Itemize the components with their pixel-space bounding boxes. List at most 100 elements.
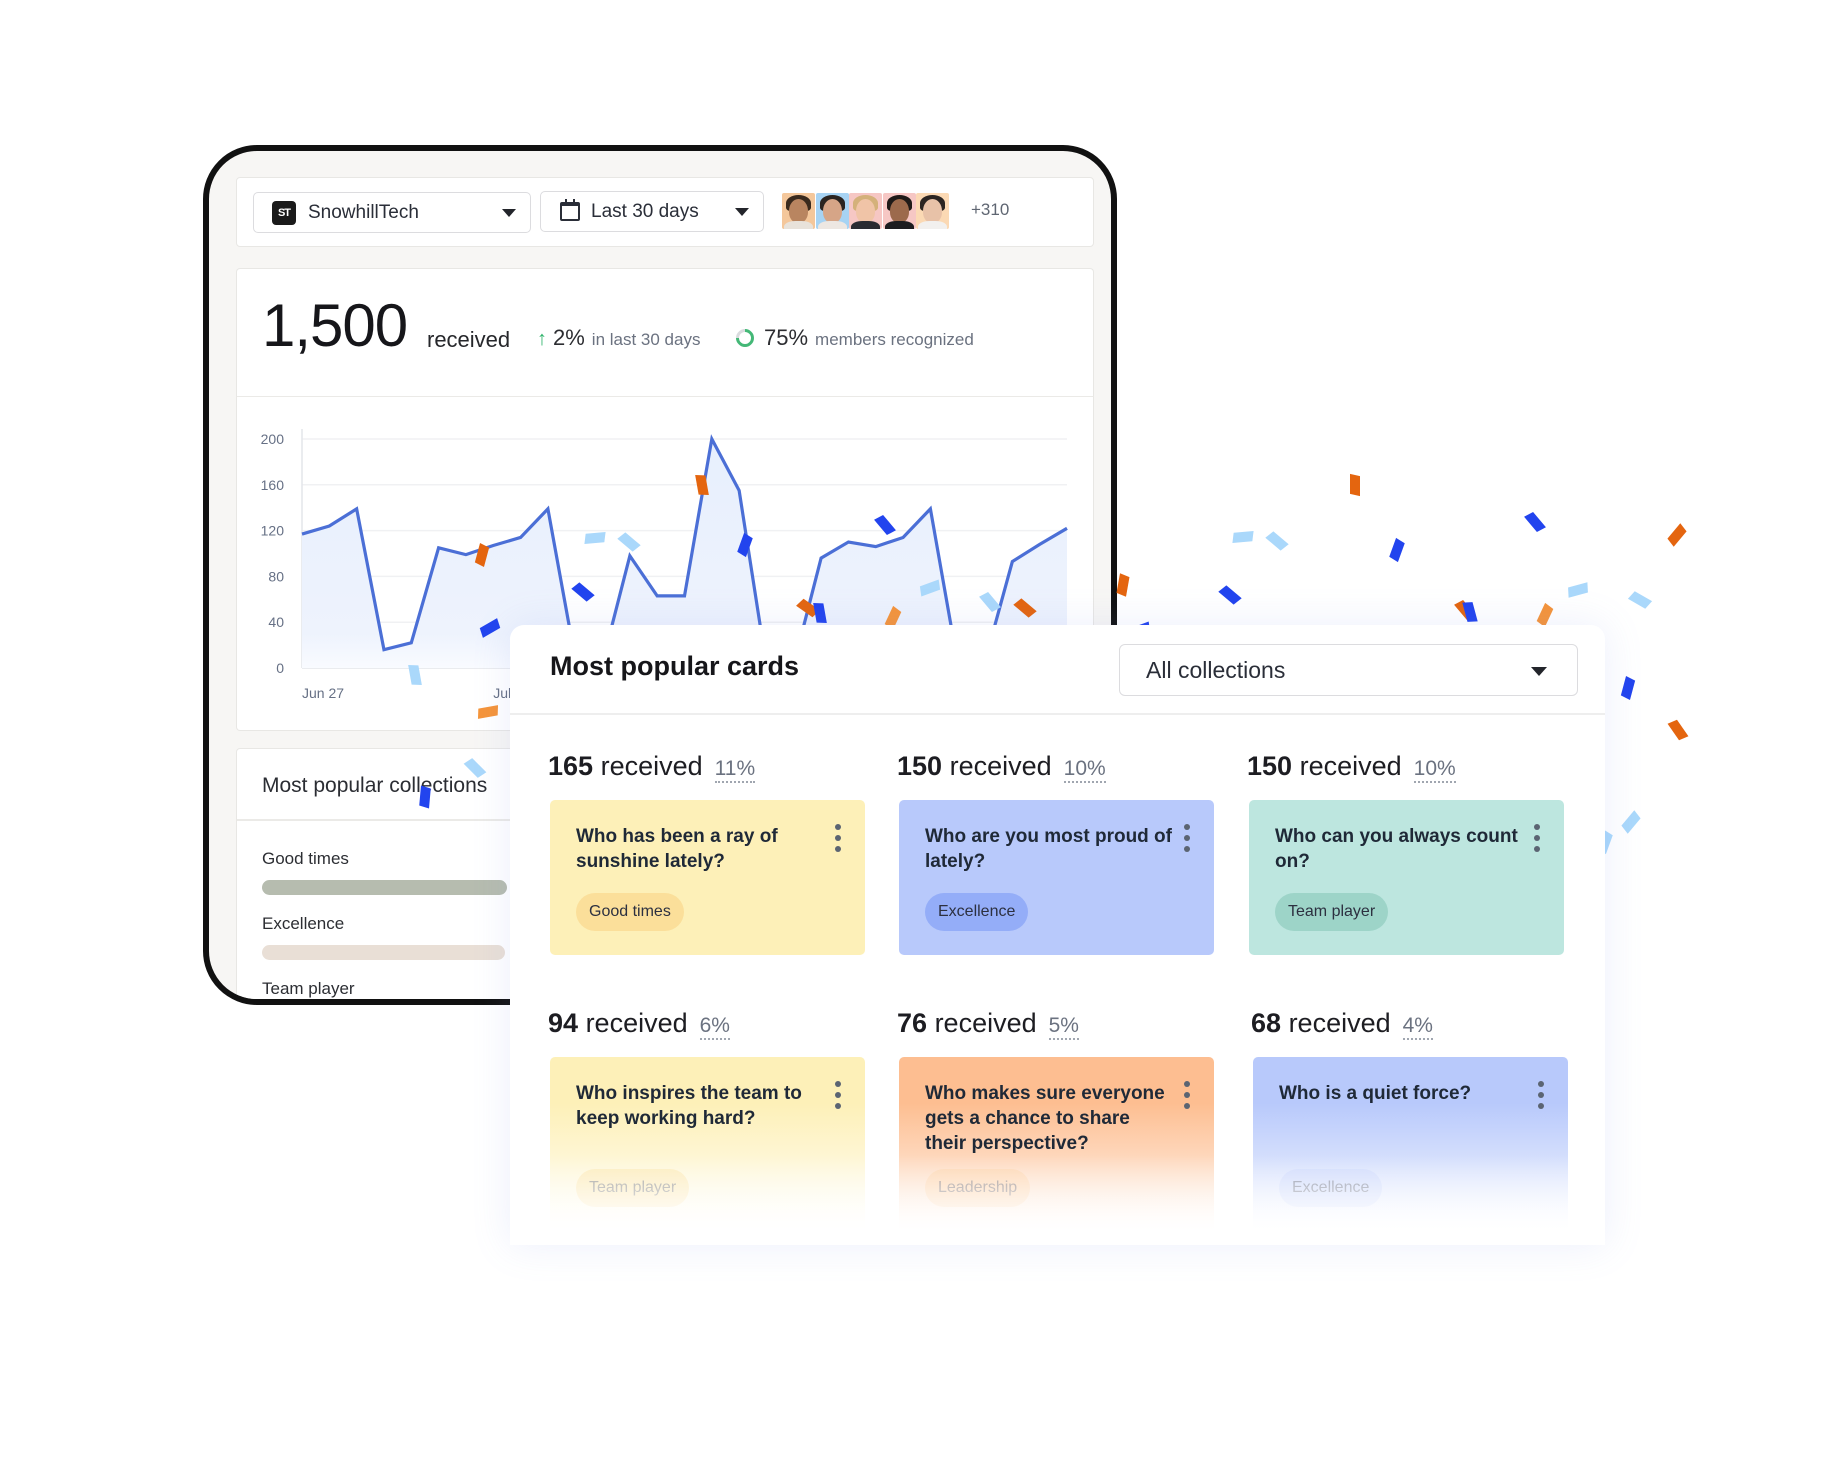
- card-received-percent[interactable]: 11%: [714, 757, 756, 783]
- x-tick-label: Jun 27: [302, 685, 344, 701]
- confetti-piece: [1667, 523, 1687, 547]
- card-question: Who inspires the team to keep working ha…: [576, 1083, 802, 1129]
- trend-value: 2%: [553, 325, 585, 350]
- card-received-percent[interactable]: 10%: [1063, 757, 1106, 783]
- x-tick-label: Jul: [493, 685, 511, 701]
- card-question: Who are you most proud of lately?: [925, 826, 1172, 872]
- confetti-piece: [1536, 602, 1554, 628]
- more-options-icon[interactable]: [1534, 824, 1540, 852]
- date-range-label: Last 30 days: [591, 200, 699, 222]
- card-received-stat: 165 received 11%: [548, 751, 756, 783]
- chevron-down-icon: [502, 209, 516, 217]
- card-received-label: received: [1299, 751, 1402, 781]
- avatar[interactable]: [882, 193, 916, 229]
- confetti-piece: [1116, 573, 1130, 597]
- collection-bar: [262, 880, 507, 895]
- more-members-count[interactable]: +310: [971, 200, 1009, 220]
- more-options-icon[interactable]: [835, 1081, 841, 1109]
- card-collection-tag: Team player: [1275, 893, 1389, 931]
- card-received-stat: 94 received 6%: [548, 1008, 730, 1040]
- card-collection-tag: Good times: [576, 893, 684, 931]
- more-options-icon[interactable]: [1538, 1081, 1544, 1109]
- card-received-stat: 150 received 10%: [897, 751, 1106, 783]
- organization-select[interactable]: ST SnowhillTech: [253, 192, 531, 233]
- popular-card[interactable]: Who is a quiet force? Excellence: [1253, 1057, 1568, 1242]
- confetti-piece: [1389, 537, 1405, 563]
- member-avatars[interactable]: [782, 193, 950, 229]
- confetti-piece: [1232, 531, 1254, 543]
- popular-card[interactable]: Who makes sure everyone gets a chance to…: [899, 1057, 1214, 1242]
- confetti-piece: [1524, 511, 1546, 533]
- more-options-icon[interactable]: [1184, 1081, 1190, 1109]
- divider: [510, 713, 1605, 715]
- chevron-down-icon: [1531, 667, 1547, 676]
- card-collection-tag: Team player: [576, 1169, 690, 1207]
- popular-card[interactable]: Who has been a ray of sunshine lately? Go…: [550, 800, 865, 955]
- card-question: Who makes sure everyone gets a chance to…: [925, 1083, 1165, 1154]
- collection-bar: [262, 945, 505, 960]
- card-received-count: 68: [1251, 1008, 1282, 1038]
- card-received-stat: 76 received 5%: [897, 1008, 1079, 1040]
- card-received-label: received: [600, 751, 703, 781]
- date-range-select[interactable]: Last 30 days: [540, 191, 764, 232]
- card-received-percent[interactable]: 10%: [1413, 757, 1456, 783]
- trend-label: in last 30 days: [591, 330, 701, 349]
- card-received-percent[interactable]: 4%: [1402, 1014, 1433, 1040]
- arrow-up-icon: ↑: [537, 328, 547, 350]
- confetti-piece: [1218, 585, 1242, 605]
- more-options-icon[interactable]: [1184, 824, 1190, 852]
- card-question: Who has been a ray of sunshine lately?: [576, 826, 778, 872]
- confetti-piece: [1620, 676, 1636, 700]
- confetti-piece: [1350, 473, 1360, 497]
- card-received-label: received: [1288, 1008, 1391, 1038]
- y-tick-label: 200: [261, 431, 285, 447]
- card-received-percent[interactable]: 6%: [699, 1014, 730, 1040]
- card-received-count: 76: [897, 1008, 928, 1038]
- card-received-count: 150: [897, 751, 943, 781]
- confetti-piece: [1568, 582, 1588, 598]
- recognition-stats: 1,500 received ↑ 2% in last 30 days 75% …: [236, 268, 1094, 396]
- card-received-count: 150: [1247, 751, 1293, 781]
- card-received-label: received: [585, 1008, 688, 1038]
- collection-value: 296: [399, 1001, 432, 1005]
- confetti-piece: [419, 785, 431, 809]
- avatar[interactable]: [815, 193, 849, 229]
- card-question: Who is a quiet force?: [1279, 1083, 1472, 1104]
- card-received-percent[interactable]: 5%: [1048, 1014, 1079, 1040]
- recognized-label: members recognized: [815, 330, 974, 349]
- avatar[interactable]: [916, 193, 949, 229]
- y-tick-label: 160: [261, 477, 285, 493]
- card-collection-tag: Excellence: [1279, 1169, 1383, 1207]
- progress-ring-icon: [732, 325, 758, 351]
- card-received-label: received: [949, 751, 1052, 781]
- y-tick-label: 80: [268, 568, 284, 584]
- card-received-stat: 150 received 10%: [1247, 751, 1456, 783]
- trend-stat: ↑ 2% in last 30 days: [537, 325, 700, 351]
- calendar-icon: [560, 199, 580, 221]
- card-question: Who can you always count on?: [1275, 826, 1518, 872]
- total-received-value: 1,500: [262, 292, 408, 359]
- confetti-piece: [1667, 719, 1689, 741]
- confetti-piece: [584, 532, 606, 544]
- popular-collections-title: Most popular collections: [262, 774, 488, 797]
- collection-filter-select[interactable]: All collections: [1119, 644, 1578, 696]
- card-collection-tag: Leadership: [925, 1169, 1031, 1207]
- popular-card[interactable]: Who inspires the team to keep working ha…: [550, 1057, 865, 1242]
- collection-label: Team player: [262, 979, 355, 998]
- popular-card[interactable]: Who can you always count on? Team player: [1249, 800, 1564, 955]
- collection-label: Excellence: [262, 914, 345, 933]
- total-received-label: received: [427, 327, 511, 352]
- y-tick-label: 40: [268, 614, 284, 630]
- card-received-stat: 68 received 4%: [1251, 1008, 1433, 1040]
- confetti-piece: [1627, 591, 1653, 609]
- more-options-icon[interactable]: [835, 824, 841, 852]
- recognized-value: 75%: [764, 325, 809, 350]
- avatar[interactable]: [782, 193, 815, 229]
- confetti-piece: [1265, 531, 1289, 551]
- popular-card[interactable]: Who are you most proud of lately? Excelle…: [899, 800, 1214, 955]
- organization-select-label: SnowhillTech: [308, 201, 419, 223]
- chevron-down-icon: [735, 208, 749, 216]
- avatar[interactable]: [849, 193, 882, 229]
- recognized-stat: 75% members recognized: [732, 325, 974, 351]
- y-tick-label: 0: [276, 660, 284, 676]
